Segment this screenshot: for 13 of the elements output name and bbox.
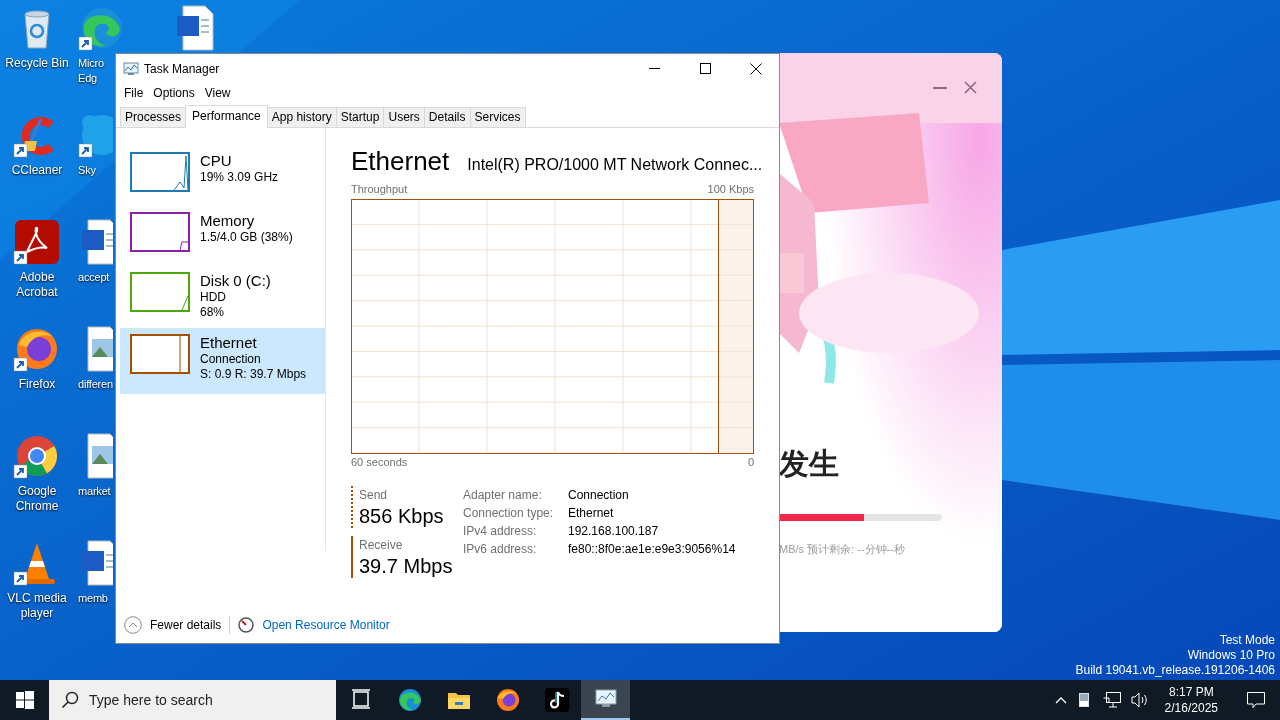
- search-field[interactable]: Type here to search: [49, 680, 336, 720]
- taskbar-app[interactable]: [581, 680, 630, 720]
- battery-icon[interactable]: [1078, 693, 1089, 707]
- browser-icon: [495, 688, 520, 712]
- network-icon[interactable]: [1102, 692, 1121, 708]
- music-note-icon: [544, 688, 569, 712]
- clock-date[interactable]: 2/16/2025: [1164, 700, 1218, 716]
- search-icon: [61, 691, 79, 709]
- browser-icon: [397, 688, 422, 712]
- speaker-icon[interactable]: [1130, 692, 1149, 708]
- windows-logo-icon: [15, 691, 34, 709]
- speech-bubble-icon: [1247, 692, 1265, 708]
- clock-time[interactable]: 8:17 PM: [1164, 684, 1218, 700]
